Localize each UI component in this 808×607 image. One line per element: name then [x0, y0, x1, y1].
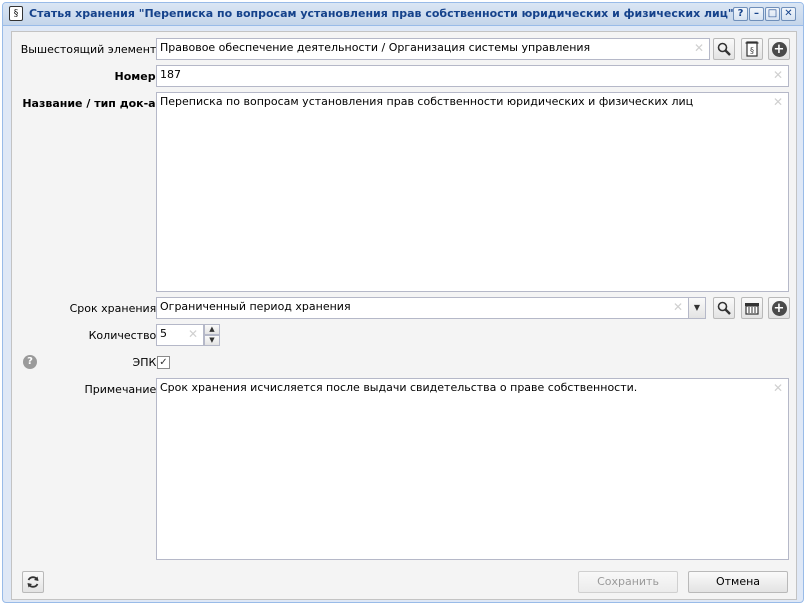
parent-search-button[interactable]	[713, 38, 735, 60]
quantity-field[interactable]: 5 ✕	[156, 324, 204, 346]
search-icon	[717, 42, 731, 56]
clear-icon[interactable]: ✕	[773, 382, 783, 394]
retention-search-button[interactable]	[713, 297, 735, 319]
name-textarea[interactable]: Переписка по вопросам установления прав …	[156, 92, 789, 292]
dialog-window: § Статья хранения "Переписка по вопросам…	[2, 2, 804, 603]
parent-field[interactable]: Правовое обеспечение деятельности / Орга…	[156, 38, 710, 60]
document-icon: §	[745, 41, 759, 57]
number-label: Номер:	[114, 70, 161, 83]
search-icon	[717, 301, 731, 315]
title-bar[interactable]: § Статья хранения "Переписка по вопросам…	[3, 3, 803, 26]
quantity-label: Количество:	[88, 329, 160, 342]
retention-list-button[interactable]	[741, 297, 763, 319]
parent-label: Вышестоящий элемент:	[20, 43, 160, 56]
epk-label: ЭПК:	[132, 356, 160, 369]
name-value: Переписка по вопросам установления прав …	[160, 95, 694, 108]
chevron-down-icon[interactable]: ▼	[689, 297, 706, 319]
clear-icon[interactable]: ✕	[773, 69, 783, 81]
svg-text:§: §	[750, 46, 754, 55]
stepper-down-icon[interactable]: ▼	[204, 335, 220, 346]
quantity-stepper[interactable]: ▲ ▼	[204, 324, 220, 346]
archive-icon	[745, 303, 759, 315]
add-circle-icon: +	[771, 300, 787, 316]
number-field[interactable]: 187 ✕	[156, 65, 789, 87]
parent-value: Правовое обеспечение деятельности / Орга…	[160, 41, 591, 54]
note-textarea[interactable]: Срок хранения исчисляется после выдачи с…	[156, 378, 789, 560]
window-title: Статья хранения "Переписка по вопросам у…	[29, 7, 734, 20]
stepper-up-icon[interactable]: ▲	[204, 324, 220, 335]
retention-combo[interactable]: Ограниченный период хранения ✕	[156, 297, 689, 319]
name-label: Название / тип док-а:	[22, 97, 160, 110]
article-icon: §	[9, 6, 23, 21]
minimize-button[interactable]: –	[749, 7, 764, 21]
clear-icon[interactable]: ✕	[673, 301, 683, 313]
clear-icon[interactable]: ✕	[188, 328, 198, 340]
parent-document-button[interactable]: §	[741, 38, 763, 60]
retention-value: Ограниченный период хранения	[160, 300, 351, 313]
note-value: Срок хранения исчисляется после выдачи с…	[160, 381, 638, 394]
epk-checkbox[interactable]: ✓	[157, 356, 170, 369]
note-label: Примечание:	[84, 383, 160, 396]
refresh-button[interactable]	[22, 571, 44, 593]
save-button[interactable]: Сохранить	[578, 571, 678, 593]
clear-icon[interactable]: ✕	[773, 96, 783, 108]
maximize-button[interactable]: □	[765, 7, 780, 21]
help-icon[interactable]: ?	[23, 355, 37, 369]
parent-add-button[interactable]: +	[768, 38, 790, 60]
refresh-icon	[27, 576, 39, 588]
number-value: 187	[160, 68, 181, 81]
clear-icon[interactable]: ✕	[694, 42, 704, 54]
cancel-button[interactable]: Отмена	[688, 571, 788, 593]
retention-add-button[interactable]: +	[768, 297, 790, 319]
help-window-button[interactable]: ?	[733, 7, 748, 21]
form-panel: Вышестоящий элемент: Правовое обеспечени…	[11, 31, 797, 600]
retention-label: Срок хранения:	[69, 302, 160, 315]
add-circle-icon: +	[771, 41, 787, 57]
quantity-value: 5	[160, 327, 167, 340]
close-button[interactable]: ✕	[781, 7, 796, 21]
